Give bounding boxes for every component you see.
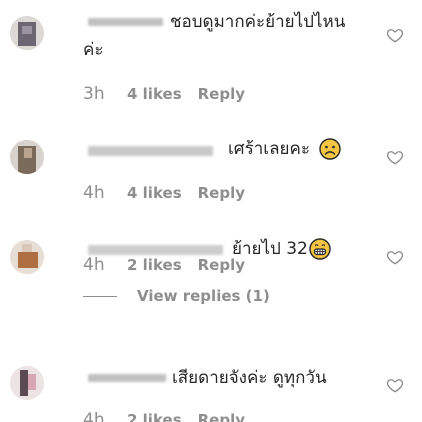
username-blurred[interactable]	[88, 18, 163, 26]
replies-divider-line	[83, 295, 117, 297]
view-replies-button[interactable]: View replies (1)	[83, 287, 270, 305]
reply-button[interactable]: Reply	[198, 85, 245, 103]
comment-meta: 3h 4 likes Reply	[83, 84, 245, 104]
view-replies-label: View replies (1)	[137, 287, 270, 305]
comment-text: เศร้าเลยคะ	[228, 137, 342, 162]
username-blurred[interactable]	[88, 374, 166, 382]
comment-meta: 4h 4 likes Reply	[83, 183, 245, 203]
reply-button[interactable]: Reply	[198, 411, 245, 422]
comments-list: ชอบดูมากค่ะย้ายไปไหน ค่ะ 3h 4 likes Repl…	[0, 0, 422, 422]
likes-count[interactable]: 2 likes	[127, 411, 182, 422]
comment-text: ชอบดูมากค่ะย้ายไปไหน	[170, 12, 346, 32]
comment-meta: 4h 2 likes Reply	[83, 255, 245, 275]
likes-count[interactable]: 4 likes	[127, 85, 182, 103]
heart-outline-icon[interactable]	[386, 248, 404, 266]
avatar[interactable]	[10, 366, 44, 400]
comment-time: 4h	[83, 410, 105, 422]
comment-time: 3h	[83, 84, 105, 104]
likes-count[interactable]: 2 likes	[127, 256, 182, 274]
comment-time: 4h	[83, 255, 105, 275]
comment-meta: 4h 2 likes Reply	[83, 410, 245, 422]
reply-button[interactable]: Reply	[198, 256, 245, 274]
heart-outline-icon[interactable]	[386, 26, 404, 44]
reply-button[interactable]: Reply	[198, 184, 245, 202]
frowning-face-emoji	[319, 138, 342, 160]
avatar[interactable]	[10, 16, 44, 50]
username-blurred[interactable]	[88, 146, 213, 156]
comment-time: 4h	[83, 183, 105, 203]
comment-text: เสียดายจังค่ะ ดูทุกวัน	[172, 368, 327, 388]
comment-text-body: เศร้าเลยคะ	[228, 139, 310, 159]
heart-outline-icon[interactable]	[386, 148, 404, 166]
likes-count[interactable]: 4 likes	[127, 184, 182, 202]
avatar[interactable]	[10, 140, 44, 174]
grimacing-face-emoji	[309, 238, 331, 260]
heart-outline-icon[interactable]	[386, 376, 404, 394]
avatar[interactable]	[10, 240, 44, 274]
comment-text-continued: ค่ะ	[83, 40, 104, 60]
username-blurred[interactable]	[88, 245, 223, 255]
comment-text: ย้ายไป 32	[232, 237, 331, 262]
